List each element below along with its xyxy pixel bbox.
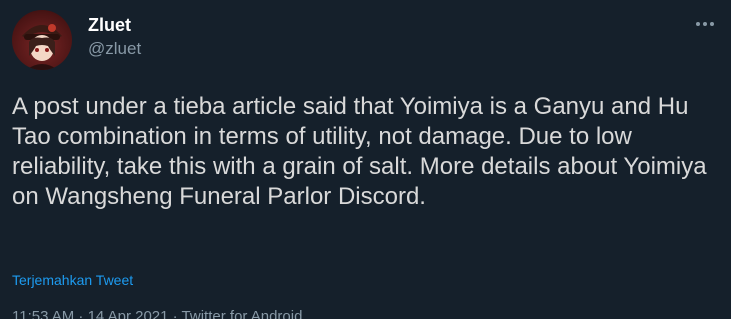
- avatar-image-icon: [22, 24, 62, 70]
- author-display-name[interactable]: Zluet: [88, 14, 141, 36]
- author-names: Zluet @zluet: [88, 14, 141, 60]
- avatar[interactable]: [12, 10, 72, 70]
- more-options-icon[interactable]: [691, 14, 719, 34]
- more-dot-icon: [710, 22, 714, 26]
- tweet-text: A post under a tieba article said that Y…: [12, 93, 707, 210]
- more-dot-icon: [696, 22, 700, 26]
- tweet-meta: 11:53 AM · 14 Apr 2021 · Twitter for And…: [12, 308, 303, 319]
- more-dot-icon: [703, 22, 707, 26]
- tweet-card: Zluet @zluet A post under a tieba articl…: [0, 0, 731, 319]
- tweet-header: Zluet @zluet: [12, 10, 719, 70]
- author-handle[interactable]: @zluet: [88, 38, 141, 60]
- translate-tweet-link[interactable]: Terjemahkan Tweet: [12, 272, 133, 288]
